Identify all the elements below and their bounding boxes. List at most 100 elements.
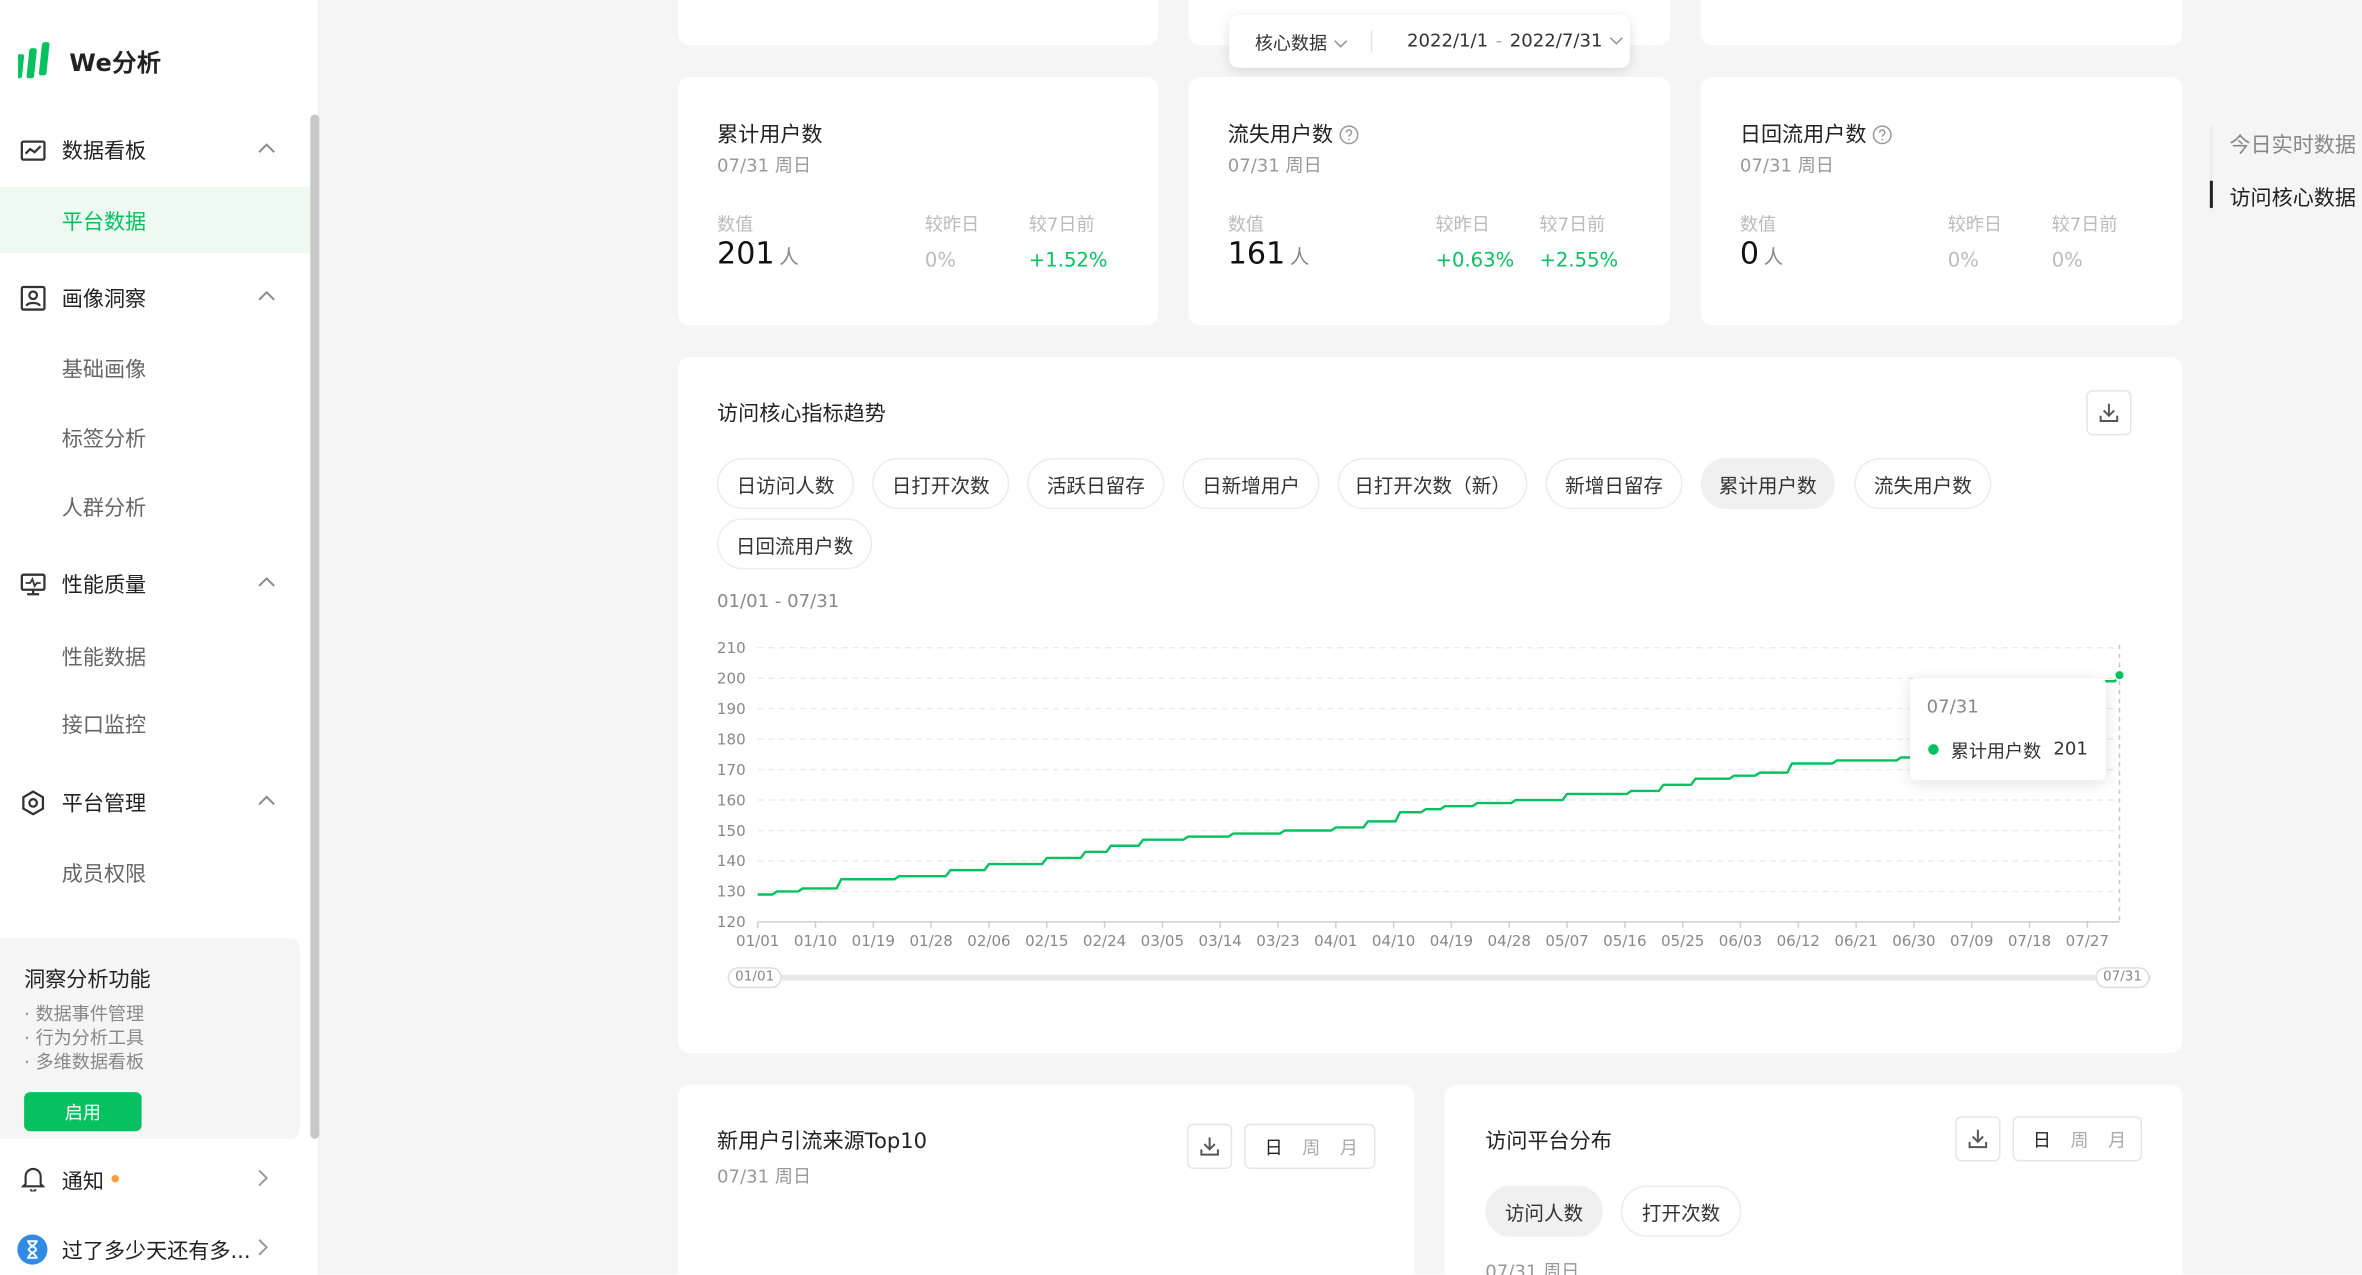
download-button[interactable] — [1955, 1116, 2001, 1162]
x-tick-label: 06/03 — [1719, 932, 1762, 950]
download-icon — [1968, 1129, 1988, 1149]
nav-group-performance[interactable]: 性能质量 — [0, 550, 310, 619]
kpi-title: 累计用户数 — [717, 119, 822, 149]
sidebar-item-api-monitor[interactable]: 接口监控 — [0, 690, 310, 756]
logo-icon — [18, 42, 50, 79]
y-tick-label: 170 — [717, 761, 746, 779]
avatar — [17, 1234, 48, 1265]
kpi-dod-label: 较昨日 — [1435, 213, 1490, 235]
kpi-value-label: 数值 — [717, 213, 754, 235]
chart-tooltip: 07/31 累计用户数 201 — [1910, 677, 2106, 781]
x-tick-label: 01/10 — [794, 932, 837, 950]
kpi-value-label: 数值 — [1227, 213, 1264, 235]
unread-dot — [111, 1174, 120, 1183]
enable-button[interactable]: 启用 — [24, 1092, 142, 1132]
kpi-dod: 0% — [1947, 250, 1979, 273]
y-tick-label: 200 — [717, 669, 746, 687]
series-highlight-point — [2113, 669, 2126, 681]
granularity-day[interactable]: 日 — [2023, 1126, 2061, 1152]
anchor-realtime[interactable]: 今日实时数据 — [2229, 130, 2356, 160]
granularity-month[interactable]: 月 — [2098, 1126, 2136, 1152]
sidebar-item-basic-portrait[interactable]: 基础画像 — [0, 334, 310, 400]
nav-group-dashboard[interactable]: 数据看板 — [0, 116, 310, 185]
mini-program-switcher[interactable]: 过了多少天还有多... — [0, 1214, 310, 1275]
kpi-unit: 人 — [1763, 247, 1784, 270]
notification-entry[interactable]: 通知 — [0, 1145, 310, 1211]
nav-group-label: 性能质量 — [61, 573, 147, 599]
kpi-wow: 0% — [2051, 250, 2083, 273]
sidebar-item-member-permissions[interactable]: 成员权限 — [0, 839, 310, 905]
x-tick-label: 06/21 — [1834, 932, 1877, 950]
sidebar-item-tag-analysis[interactable]: 标签分析 — [0, 404, 310, 470]
granularity-month[interactable]: 月 — [1330, 1134, 1368, 1160]
x-tick-label: 07/18 — [2008, 932, 2051, 950]
kpi-value-number: 161 — [1227, 234, 1286, 272]
help-icon[interactable] — [1872, 124, 1892, 144]
kpi-value: 201 人 — [717, 235, 799, 271]
sidebar-scrollbar[interactable] — [310, 114, 320, 1139]
sidebar-item-performance-data[interactable]: 性能数据 — [0, 622, 310, 688]
kpi-value: 161 人 — [1228, 235, 1310, 271]
chevron-right-icon — [258, 1169, 269, 1187]
y-tick-label: 120 — [717, 913, 746, 931]
date-end: 2022/7/31 — [1509, 30, 1603, 52]
sidebar-item-label: 标签分析 — [61, 427, 147, 452]
app-logo[interactable]: We分析 — [18, 42, 161, 79]
x-tick-label: 06/12 — [1777, 932, 1820, 950]
anchor-core-data[interactable]: 访问核心数据 — [2229, 182, 2356, 212]
kpi-title-text: 日回流用户数 — [1739, 123, 1867, 148]
chevron-down-icon — [1334, 39, 1348, 48]
dashboard-icon — [20, 140, 46, 161]
granularity-day[interactable]: 日 — [1255, 1134, 1293, 1160]
range-slider-track[interactable] — [733, 974, 2152, 981]
date-start: 2022/1/1 — [1406, 30, 1489, 52]
kpi-value: 0人 — [1740, 235, 1783, 271]
sidebar-item-label: 性能数据 — [61, 646, 147, 671]
download-button[interactable] — [1187, 1123, 1233, 1169]
y-tick-label: 190 — [717, 700, 746, 718]
granularity-switch: 日 周 月 — [1244, 1123, 1376, 1169]
nav-group-platform-admin[interactable]: 平台管理 — [0, 768, 310, 837]
range-slider-start-handle[interactable]: 01/01 — [727, 967, 782, 989]
filter-bar: 核心数据 2022/1/1 - 2022/7/31 — [1229, 15, 1630, 68]
y-tick-label: 210 — [717, 639, 746, 657]
granularity-week[interactable]: 周 — [2061, 1126, 2099, 1152]
x-tick-label: 07/09 — [1950, 932, 1993, 950]
tooltip-date: 07/31 — [1926, 695, 1979, 718]
card-date: 07/31 周日 — [1485, 1260, 1580, 1275]
promo-feature: · 多维数据看板 — [24, 1051, 145, 1073]
date-range-picker[interactable]: 2022/1/1 - 2022/7/31 — [1407, 30, 1624, 51]
help-icon[interactable] — [1339, 124, 1359, 144]
nav-group-label: 画像洞察 — [61, 287, 147, 312]
x-axis: 01/01 01/10 01/19 01/28 02/06 02/15 02/24 03/05… — [736, 921, 2109, 950]
nav-group-label: 平台管理 — [61, 792, 147, 817]
kpi-title-text: 流失用户数 — [1227, 123, 1334, 148]
kpi-date: 07/31 周日 — [717, 155, 812, 177]
kpi-date: 07/31 周日 — [1739, 155, 1834, 177]
granularity-week[interactable]: 周 — [1292, 1134, 1330, 1160]
top-card-partial — [677, 0, 1159, 46]
sidebar-item-crowd-analysis[interactable]: 人群分析 — [0, 473, 310, 539]
nav-group-portrait[interactable]: 画像洞察 — [0, 264, 310, 333]
kpi-title-text: 累计用户数 — [717, 123, 823, 148]
sidebar-item-platform-data[interactable]: 平台数据 — [0, 186, 311, 254]
download-icon — [1200, 1137, 1219, 1156]
kpi-wow: +1.52% — [1028, 250, 1108, 273]
y-tick-label: 160 — [717, 791, 746, 809]
kpi-wow-label: 较7日前 — [2051, 213, 2118, 235]
app-root: We分析 数据看板 平台数据 画像洞察 基础画像 标签分析 人群分析 性能质量 … — [0, 0, 2362, 1275]
y-axis: 120 130 140 150 160 170 180 190 200 210 — [717, 639, 746, 931]
kpi-card-churned-users: 流失用户数 07/31 周日 数值 较昨日 较7日前 161 人 +0.63% +… — [1188, 76, 1671, 326]
x-tick-label: 01/01 — [736, 932, 779, 950]
promo-title: 洞察分析功能 — [24, 968, 151, 993]
scope-select[interactable]: 核心数据 — [1255, 30, 1348, 56]
x-tick-label: 05/25 — [1661, 932, 1704, 950]
distribution-tab[interactable]: 打开次数 — [1620, 1185, 1742, 1237]
range-slider-end-handle[interactable]: 07/31 — [2095, 967, 2150, 989]
chevron-up-icon — [258, 290, 275, 301]
sidebar-item-label: 基础画像 — [61, 358, 147, 383]
x-tick-label: 04/28 — [1488, 932, 1531, 950]
nav-group-label: 数据看板 — [61, 140, 147, 165]
promo-feature: · 数据事件管理 — [24, 1003, 145, 1025]
distribution-tab-active[interactable]: 访问人数 — [1485, 1185, 1603, 1237]
